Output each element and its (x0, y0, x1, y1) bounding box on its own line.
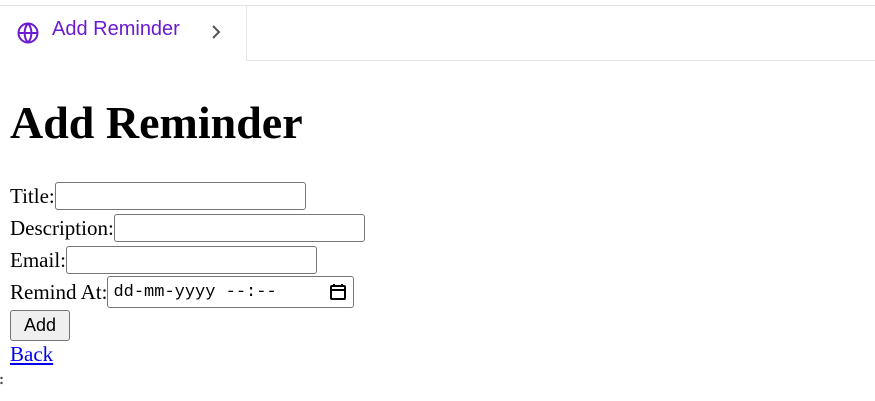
remind-at-label: Remind At: (10, 279, 108, 304)
title-row: Title: (10, 180, 365, 212)
tab-add-reminder[interactable]: Add Reminder (0, 6, 247, 61)
tab-bar: Add Reminder (0, 6, 875, 61)
description-input[interactable] (113, 214, 365, 242)
back-link[interactable]: Back (10, 342, 53, 367)
add-button[interactable]: Add (10, 310, 70, 341)
email-input[interactable] (66, 246, 317, 274)
email-row: Email: (10, 244, 365, 276)
calendar-icon[interactable] (329, 283, 347, 301)
email-label: Email: (10, 247, 66, 272)
description-label: Description: (10, 215, 114, 240)
description-row: Description: (10, 212, 365, 244)
globe-icon (17, 22, 39, 44)
remind-at-datetime-input[interactable]: dd-mm-yyyy --:-- (107, 276, 355, 308)
datetime-placeholder: dd-mm-yyyy --:-- (113, 282, 277, 302)
remind-at-row: Remind At: dd-mm-yyyy --:-- (10, 276, 365, 308)
drag-handle-icon[interactable] (0, 375, 3, 387)
tab-bar-border (247, 60, 875, 61)
chevron-right-icon[interactable] (209, 23, 223, 41)
tab-label: Add Reminder (52, 18, 180, 40)
title-label: Title: (10, 183, 55, 208)
page-title: Add Reminder (10, 97, 303, 148)
title-input[interactable] (54, 182, 306, 210)
reminder-form: Title: Description: Email: Remind At: dd… (10, 180, 365, 367)
